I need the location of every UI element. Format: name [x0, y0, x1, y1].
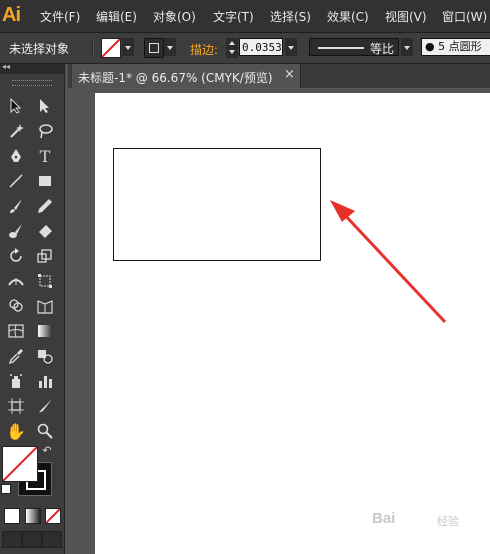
profile-dropdown-icon[interactable]	[401, 38, 413, 56]
document-tab-title: 未标题-1* @ 66.67% (CMYK/预览)	[78, 71, 273, 85]
menu-type[interactable]: 文字(T)	[213, 8, 254, 25]
watermark-logo: Bai	[372, 510, 396, 527]
brush-label: 5 点圆形	[438, 40, 482, 53]
stroke-dropdown-chevron-icon[interactable]	[164, 38, 176, 56]
magic-wand-tool-icon[interactable]	[5, 121, 27, 141]
draw-inside-icon[interactable]	[42, 531, 62, 548]
stroke-weight-dropdown-icon[interactable]	[285, 38, 297, 56]
blend-tool-icon[interactable]	[34, 346, 56, 366]
pen-tool-icon[interactable]	[5, 146, 27, 166]
fill-color-large-swatch[interactable]	[2, 446, 38, 482]
watermark-suffix: 经验	[437, 515, 459, 528]
menu-edit[interactable]: 编辑(E)	[96, 8, 137, 25]
column-graph-tool-icon[interactable]	[34, 371, 56, 391]
stroke-weight-stepper[interactable]	[226, 38, 238, 58]
divider	[92, 39, 94, 57]
brush-definition-select[interactable]: ● 5 点圆形	[421, 38, 490, 56]
swap-fill-stroke-icon[interactable]: ↶	[40, 443, 54, 457]
blob-brush-tool-icon[interactable]	[5, 221, 27, 241]
color-mode-icon[interactable]	[4, 508, 20, 524]
menu-file[interactable]: 文件(F)	[40, 8, 80, 25]
width-tool-icon[interactable]	[5, 271, 27, 291]
slice-tool-icon[interactable]	[34, 396, 56, 416]
app-logo: Ai	[2, 4, 21, 26]
zoom-tool-icon[interactable]	[34, 421, 56, 441]
pencil-tool-icon[interactable]	[34, 196, 56, 216]
mesh-tool-icon[interactable]	[5, 321, 27, 341]
document-tab[interactable]: 未标题-1* @ 66.67% (CMYK/预览) ×	[72, 64, 301, 88]
lasso-tool-icon[interactable]	[34, 121, 56, 141]
stroke-weight-input[interactable]: 0.0353	[239, 38, 283, 56]
draw-normal-icon[interactable]	[2, 531, 22, 548]
drawn-rectangle[interactable]	[113, 148, 321, 261]
gradient-tool-icon[interactable]	[34, 321, 56, 341]
menu-view[interactable]: 视图(V)	[385, 8, 427, 25]
type-tool-icon[interactable]: T	[34, 146, 56, 166]
perspective-grid-tool-icon[interactable]	[34, 296, 56, 316]
draw-behind-icon[interactable]	[22, 531, 42, 548]
stroke-label[interactable]: 描边:	[190, 41, 218, 58]
rectangle-tool-icon[interactable]	[34, 171, 56, 191]
menu-object[interactable]: 对象(O)	[153, 8, 196, 25]
line-segment-tool-icon[interactable]	[5, 171, 27, 191]
eyedropper-tool-icon[interactable]	[5, 346, 27, 366]
menu-select[interactable]: 选择(S)	[270, 8, 311, 25]
symbol-sprayer-tool-icon[interactable]	[5, 371, 27, 391]
shape-builder-tool-icon[interactable]	[5, 296, 27, 316]
stroke-color-swatch[interactable]	[144, 38, 164, 58]
free-transform-tool-icon[interactable]	[34, 271, 56, 291]
collapse-chevron-icon[interactable]: ◂◂	[2, 62, 10, 71]
panel-grip[interactable]	[12, 80, 52, 86]
profile-label: 等比	[370, 42, 395, 56]
variable-width-profile-select[interactable]: 等比	[309, 38, 399, 56]
menu-bar: Ai 文件(F) 编辑(E) 对象(O) 文字(T) 选择(S) 效果(C) 视…	[0, 0, 490, 33]
artboard-tool-icon[interactable]	[5, 396, 27, 416]
tools-panel-header[interactable]: ◂◂	[0, 62, 64, 74]
rotate-tool-icon[interactable]	[5, 246, 27, 266]
selection-status: 未选择对象	[9, 42, 70, 56]
hand-tool-icon[interactable]: ✋	[5, 421, 27, 441]
selection-tool-icon[interactable]	[5, 96, 27, 116]
menu-window[interactable]: 窗口(W)	[442, 8, 487, 25]
direct-selection-tool-icon[interactable]	[34, 96, 56, 116]
fill-dropdown-chevron-icon[interactable]	[122, 38, 134, 56]
close-icon[interactable]: ×	[284, 67, 295, 82]
none-mode-icon[interactable]	[45, 508, 61, 524]
fill-color-swatch[interactable]	[101, 38, 121, 58]
eraser-tool-icon[interactable]	[34, 221, 56, 241]
paintbrush-tool-icon[interactable]	[5, 196, 27, 216]
profile-line-icon	[318, 47, 364, 49]
scale-tool-icon[interactable]	[34, 246, 56, 266]
menu-effect[interactable]: 效果(C)	[327, 8, 369, 25]
gradient-mode-icon[interactable]	[25, 508, 41, 524]
default-colors-icon[interactable]	[1, 484, 11, 494]
